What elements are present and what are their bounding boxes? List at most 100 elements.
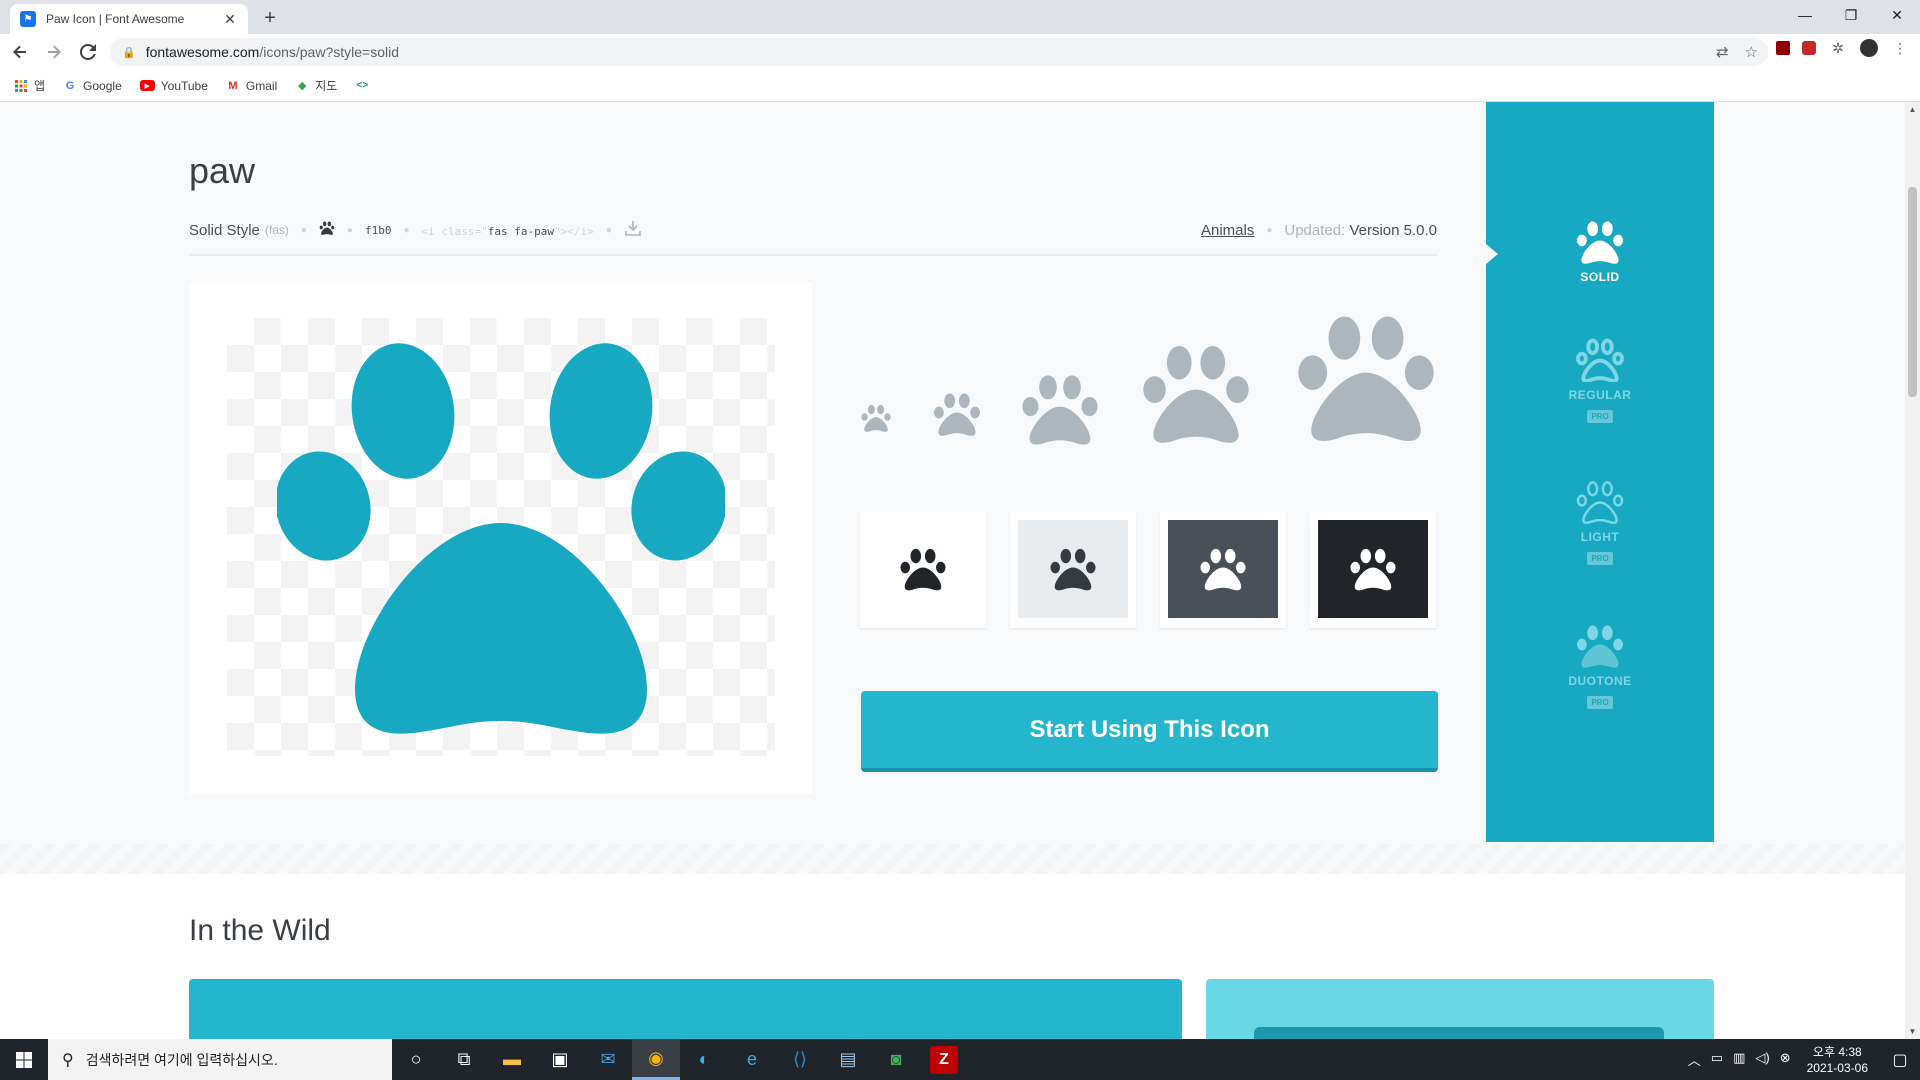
reload-button[interactable] bbox=[74, 38, 102, 66]
swatch-dark-gray[interactable] bbox=[1160, 512, 1286, 628]
page-scrollbar[interactable]: ▲ ▼ bbox=[1905, 102, 1920, 1039]
search-placeholder: 검색하려면 여기에 입력하십시오. bbox=[85, 1051, 278, 1068]
notepad-icon[interactable]: ▤ bbox=[824, 1039, 872, 1080]
paw-glyph-icon[interactable] bbox=[319, 221, 335, 239]
notification-center-icon[interactable]: ▢ bbox=[1880, 1039, 1920, 1080]
file-explorer-icon[interactable]: ▬ bbox=[488, 1039, 536, 1080]
style-label: Solid Style bbox=[189, 221, 260, 239]
bookmark-google[interactable]: G Google bbox=[63, 79, 122, 93]
filezilla-icon[interactable]: Z bbox=[930, 1045, 958, 1074]
bookmark-code[interactable]: <> bbox=[355, 79, 369, 93]
cortana-icon[interactable]: ○ bbox=[392, 1039, 440, 1080]
google-icon: G bbox=[65, 79, 75, 92]
extension-red-icon[interactable] bbox=[1776, 41, 1790, 55]
terminal-icon[interactable]: ◙ bbox=[872, 1039, 920, 1080]
restore-button[interactable]: ❐ bbox=[1828, 0, 1874, 30]
unicode-value[interactable]: f1b0 bbox=[365, 224, 392, 237]
bookmark-youtube[interactable]: ▶ YouTube bbox=[139, 78, 208, 93]
mail-icon[interactable]: ✉ bbox=[584, 1039, 632, 1080]
vscode-icon[interactable]: ⟨⟩ bbox=[776, 1039, 824, 1080]
tray-device-icon[interactable]: ▭ bbox=[1711, 1050, 1723, 1069]
bookmark-apps[interactable]: 앱 bbox=[14, 77, 45, 94]
paw-duotone-icon bbox=[1577, 625, 1623, 668]
tab-close-icon[interactable]: ✕ bbox=[222, 11, 238, 27]
bookmark-gmail[interactable]: M Gmail bbox=[226, 79, 277, 93]
swatch-light-gray[interactable] bbox=[1010, 512, 1136, 628]
swatch-black[interactable] bbox=[1310, 512, 1436, 628]
style-option-duotone[interactable]: DUOTONE PRO bbox=[1486, 624, 1714, 709]
paw-icon bbox=[1050, 548, 1096, 591]
style-label: DUOTONE bbox=[1568, 674, 1632, 688]
style-switcher-rail: SOLID REGULAR PRO LIGHT PRO DUOTONE PRO bbox=[1486, 102, 1714, 842]
scrollbar-thumb[interactable] bbox=[1908, 187, 1917, 397]
scroll-up-icon[interactable]: ▲ bbox=[1905, 102, 1920, 117]
swatch-white[interactable] bbox=[860, 512, 986, 628]
taskbar-clock[interactable]: 오후 4:38 2021-03-06 bbox=[1807, 1044, 1868, 1076]
ie-icon[interactable]: e bbox=[728, 1039, 776, 1080]
tray-chevron-up-icon[interactable]: ︿ bbox=[1688, 1050, 1701, 1069]
category-link[interactable]: Animals bbox=[1201, 222, 1254, 239]
section-divider-band bbox=[0, 844, 1905, 874]
icon-preview-card bbox=[189, 282, 812, 794]
download-icon[interactable] bbox=[624, 220, 642, 240]
selected-style-indicator bbox=[1486, 244, 1498, 264]
extensions-area: ✲ ⋮ bbox=[1776, 38, 1910, 58]
network-icon[interactable]: ▥ bbox=[1733, 1050, 1745, 1069]
bookmark-label: YouTube bbox=[160, 78, 208, 93]
minimize-button[interactable]: — bbox=[1782, 0, 1828, 30]
lock-icon[interactable]: 🔒 bbox=[122, 46, 136, 59]
edge-icon[interactable]: ◐ bbox=[680, 1039, 728, 1080]
page-content: paw Solid Style (fas) ● ● f1b0 ● <i clas… bbox=[0, 102, 1905, 1039]
pro-badge: PRO bbox=[1587, 552, 1613, 565]
wild-example-card[interactable] bbox=[1206, 979, 1714, 1039]
paw-size-2x-icon bbox=[934, 393, 980, 436]
extensions-puzzle-icon[interactable]: ✲ bbox=[1828, 38, 1848, 58]
new-tab-button[interactable]: + bbox=[258, 7, 282, 31]
paw-size-3x-icon bbox=[1022, 375, 1098, 445]
html-snippet[interactable]: <i class="fas fa-paw"></i> bbox=[422, 222, 594, 239]
bookmark-label: Google bbox=[83, 78, 122, 93]
browser-tab[interactable]: ⚑ Paw Icon | Font Awesome ✕ bbox=[10, 4, 248, 34]
bookmark-star-icon[interactable]: ☆ bbox=[1745, 43, 1758, 61]
bookmark-maps[interactable]: ◆ 지도 bbox=[295, 77, 337, 94]
task-view-icon[interactable]: ⧉ bbox=[440, 1039, 488, 1080]
paw-icon bbox=[1200, 548, 1246, 591]
address-bar[interactable]: 🔒 fontawesome.com/icons/paw?style=solid … bbox=[110, 38, 1768, 66]
paw-light-icon bbox=[1576, 481, 1624, 524]
back-button[interactable] bbox=[6, 38, 34, 66]
store-icon[interactable]: ▣ bbox=[536, 1039, 584, 1080]
chrome-icon[interactable]: ◉ bbox=[632, 1039, 680, 1080]
style-option-solid[interactable]: SOLID bbox=[1486, 220, 1714, 284]
version-text: Version 5.0.0 bbox=[1349, 221, 1437, 239]
volume-icon[interactable]: ◁) bbox=[1755, 1050, 1769, 1069]
back-arrow-icon bbox=[13, 45, 26, 59]
chrome-menu-icon[interactable]: ⋮ bbox=[1890, 38, 1910, 58]
paw-preview-icon bbox=[277, 343, 725, 734]
updated-label: Updated: bbox=[1284, 221, 1346, 239]
style-option-light[interactable]: LIGHT PRO bbox=[1486, 480, 1714, 565]
icon-meta-bar: Solid Style (fas) ● ● f1b0 ● <i class="f… bbox=[189, 220, 1437, 240]
extension-shield-icon[interactable] bbox=[1802, 41, 1816, 55]
forward-button[interactable] bbox=[40, 38, 68, 66]
url-host: fontawesome.com bbox=[145, 44, 260, 60]
ime-icon[interactable]: ⊗ bbox=[1780, 1050, 1791, 1069]
translate-icon[interactable]: ⇄ bbox=[1716, 43, 1729, 61]
windows-start-button[interactable] bbox=[0, 1039, 48, 1080]
start-using-icon-button[interactable]: Start Using This Icon bbox=[861, 691, 1438, 772]
taskbar-search-input[interactable]: ⚲ 검색하려면 여기에 입력하십시오. bbox=[48, 1039, 392, 1080]
style-prefix: (fas) bbox=[264, 223, 289, 237]
paw-size-4x-icon bbox=[1143, 345, 1249, 443]
scroll-down-icon[interactable]: ▼ bbox=[1905, 1024, 1920, 1039]
style-option-regular[interactable]: REGULAR PRO bbox=[1486, 338, 1714, 423]
wild-example-card[interactable] bbox=[189, 979, 1182, 1039]
youtube-icon: ▶ bbox=[139, 80, 155, 91]
paw-icon bbox=[1350, 548, 1396, 591]
close-window-button[interactable]: ✕ bbox=[1874, 0, 1920, 30]
in-the-wild-section: In the Wild bbox=[0, 874, 1905, 1039]
meta-divider bbox=[189, 254, 1437, 256]
icon-name-title: paw bbox=[189, 150, 256, 191]
profile-avatar[interactable] bbox=[1860, 39, 1878, 57]
reload-icon bbox=[80, 44, 96, 60]
apps-grid-icon bbox=[14, 79, 28, 93]
transparency-checkerboard bbox=[227, 318, 775, 756]
